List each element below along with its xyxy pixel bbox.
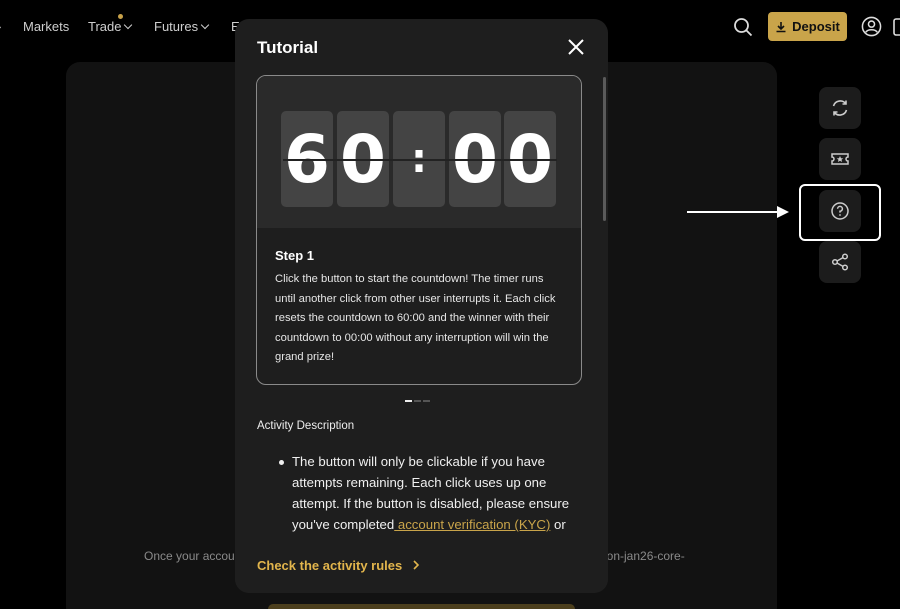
step-description: Click the button to start the countdown!… [275, 273, 556, 363]
chevron-down-icon [124, 20, 133, 30]
close-icon[interactable] [567, 38, 585, 56]
background-text-left: Once your accou [144, 549, 235, 563]
modal-title: Tutorial [257, 38, 319, 57]
ticket-icon [831, 153, 849, 165]
carousel-pager[interactable] [405, 400, 430, 402]
search-icon[interactable] [733, 17, 753, 37]
share-icon [831, 253, 849, 271]
tutorial-step-card: 6 0 : 0 0 Step 1 Click the button to sta… [256, 75, 582, 385]
download-icon [776, 21, 786, 32]
nav-markets[interactable]: Markets [23, 19, 69, 34]
nav-futures-label: Futures [154, 19, 199, 34]
modal-scrollbar[interactable] [603, 77, 606, 221]
countdown-timer-illustration: 6 0 : 0 0 [257, 76, 581, 228]
activity-description-title: Activity Description [257, 420, 355, 432]
pager-dot[interactable] [423, 400, 430, 402]
nav-markets-label: Markets [23, 19, 70, 34]
tutorial-modal: Tutorial 6 0 : 0 0 Step 1 Click the butt… [235, 19, 608, 593]
share-button[interactable] [819, 241, 861, 283]
nav-trade-label: Trade [88, 19, 122, 34]
flip-divider-line [283, 159, 557, 161]
arrow-right-icon [687, 206, 789, 218]
pager-dot-active[interactable] [405, 400, 412, 402]
help-highlight-box [799, 184, 881, 241]
menu-icon[interactable] [893, 18, 900, 36]
deposit-button[interactable]: Deposit [768, 12, 847, 41]
bullet-marker [279, 460, 284, 465]
chevron-down-icon [200, 20, 210, 30]
notification-dot [118, 14, 123, 19]
ticket-button[interactable] [819, 138, 861, 180]
kyc-link[interactable]: account verification (KYC) [394, 517, 550, 532]
background-action-button[interactable] [268, 604, 575, 609]
nav-trade[interactable]: Trade [88, 19, 133, 34]
rules-link-label: Check the activity rules [257, 558, 403, 573]
chevron-right-icon [413, 560, 419, 570]
pager-dot[interactable] [414, 400, 421, 402]
step-title: Step 1 [275, 248, 315, 263]
background-text-right: tton-jan26-core- [600, 549, 685, 563]
refresh-button[interactable] [819, 87, 861, 129]
nav-partial-chevron[interactable]: › [0, 19, 1, 34]
activity-rules-link[interactable]: Check the activity rules [257, 558, 420, 573]
account-icon[interactable] [861, 16, 882, 37]
refresh-icon [832, 100, 848, 116]
deposit-label: Deposit [792, 19, 840, 34]
nav-futures[interactable]: Futures [154, 19, 210, 34]
